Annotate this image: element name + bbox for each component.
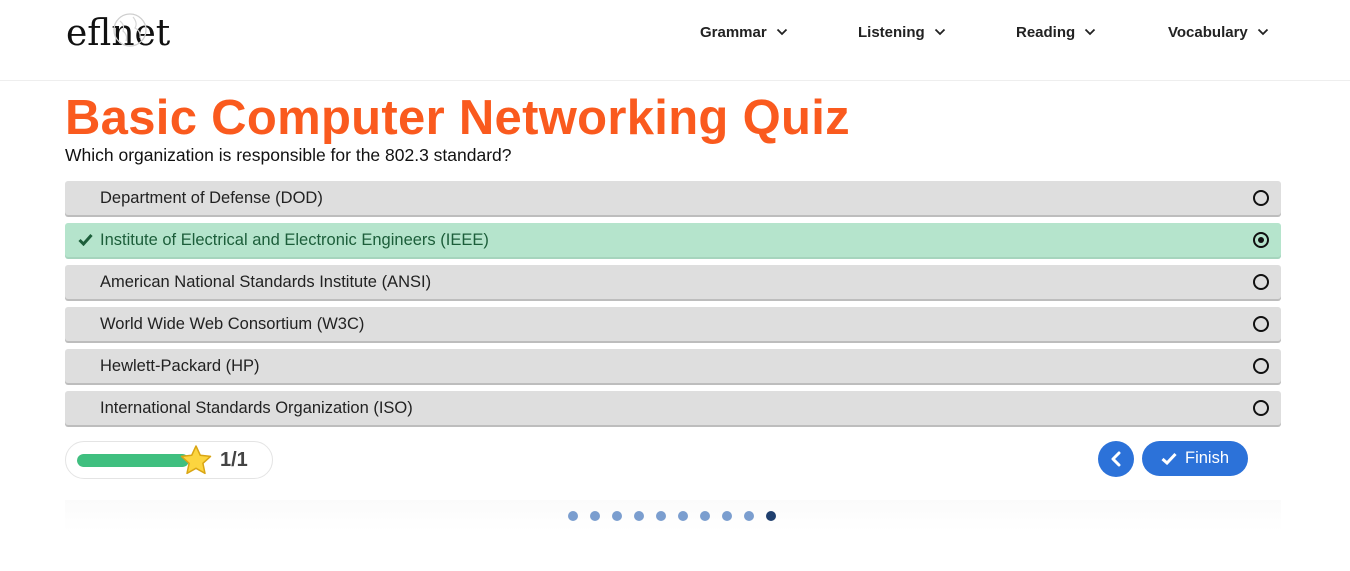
pagination-dot[interactable] [700,511,710,521]
radio-button[interactable] [1253,316,1269,332]
question-pagination [65,500,1281,532]
progress-bar [77,454,189,467]
pagination-dot[interactable] [722,511,732,521]
radio-button[interactable] [1253,274,1269,290]
check-icon [1161,452,1177,465]
nav-listening-label: Listening [858,23,925,41]
chevron-left-icon [1111,451,1121,467]
nav-vocabulary[interactable]: Vocabulary [1168,22,1269,42]
progress-fill [77,454,189,467]
nav-vocabulary-label: Vocabulary [1168,23,1248,41]
nav-listening[interactable]: Listening [858,22,946,42]
chevron-down-icon [1085,28,1096,36]
pagination-dot-active[interactable] [766,511,776,521]
finish-button[interactable]: Finish [1142,441,1248,476]
pagination-dot[interactable] [678,511,688,521]
answer-option-ieee[interactable]: Institute of Electrical and Electronic E… [65,223,1281,257]
radio-button-selected[interactable] [1253,232,1269,248]
answer-options: Department of Defense (DOD) Institute of… [65,181,1281,433]
pagination-dot[interactable] [656,511,666,521]
pagination-dot[interactable] [634,511,644,521]
pagination-dots [568,511,788,521]
answer-option-label: World Wide Web Consortium (W3C) [100,315,365,333]
score-text: 1/1 [220,449,248,471]
globe-icon [113,13,147,47]
radio-button[interactable] [1253,400,1269,416]
site-logo[interactable]: eflnet [66,10,196,60]
chevron-down-icon [934,28,945,36]
answer-option-dod[interactable]: Department of Defense (DOD) [65,181,1281,215]
nav-grammar[interactable]: Grammar [700,22,788,42]
answer-option-label: Hewlett-Packard (HP) [100,357,260,375]
chevron-down-icon [1257,28,1268,36]
page-title: Basic Computer Networking Quiz [65,91,850,145]
answer-option-label: International Standards Organization (IS… [100,399,413,417]
nav-reading-label: Reading [1016,23,1076,41]
answer-option-hp[interactable]: Hewlett-Packard (HP) [65,349,1281,383]
nav-grammar-label: Grammar [700,23,767,41]
score-progress: 1/1 [65,441,273,479]
check-icon [78,234,93,246]
question-text: Which organization is responsible for th… [65,145,512,165]
answer-option-w3c[interactable]: World Wide Web Consortium (W3C) [65,307,1281,341]
answer-option-label: Institute of Electrical and Electronic E… [100,231,489,249]
star-icon [180,445,212,475]
pagination-dot[interactable] [568,511,578,521]
answer-option-label: Department of Defense (DOD) [100,189,323,207]
radio-button[interactable] [1253,190,1269,206]
finish-label: Finish [1185,449,1230,467]
pagination-dot[interactable] [590,511,600,521]
answer-option-ansi[interactable]: American National Standards Institute (A… [65,265,1281,299]
radio-button[interactable] [1253,358,1269,374]
answer-option-label: American National Standards Institute (A… [100,273,432,291]
pagination-dot[interactable] [744,511,754,521]
previous-button[interactable] [1098,441,1134,477]
chevron-down-icon [776,28,787,36]
answer-option-iso[interactable]: International Standards Organization (IS… [65,391,1281,425]
pagination-dot[interactable] [612,511,622,521]
nav-reading[interactable]: Reading [1016,22,1096,42]
site-header: eflnet Grammar Listening Reading Vocabul… [0,0,1350,81]
